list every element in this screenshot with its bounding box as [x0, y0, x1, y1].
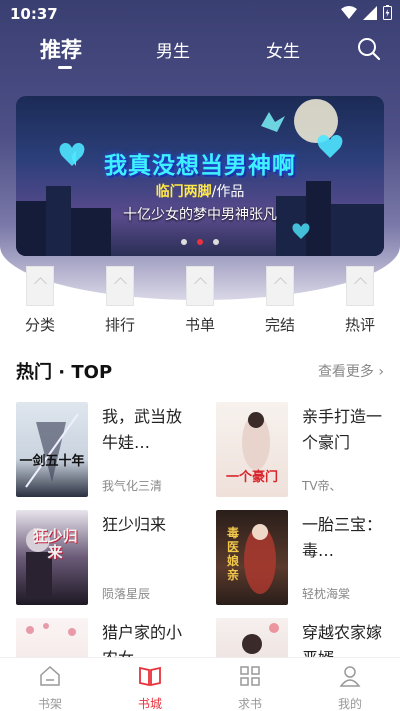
- battery-icon: [383, 5, 392, 20]
- nav-bookstore[interactable]: 书城: [120, 664, 180, 711]
- banner-author-name: 临门两脚: [155, 184, 212, 200]
- book-cover: 一个豪门: [216, 402, 288, 497]
- banner-title: 我真没想当男神啊: [104, 153, 296, 179]
- category-label: 分类: [24, 316, 55, 334]
- banner-pagination: [16, 239, 384, 245]
- nav-profile[interactable]: 我的: [320, 664, 380, 711]
- category-icon: [186, 266, 214, 306]
- see-more-label: 查看更多: [317, 364, 374, 380]
- category-label: 排行: [104, 316, 135, 334]
- book-card[interactable]: 一个豪门 亲手打造一个豪门 TV帝、: [216, 402, 400, 502]
- cover-art: [25, 413, 79, 488]
- cover-title: 毒医娘亲: [226, 526, 239, 582]
- nav-label: 求书: [237, 697, 262, 711]
- search-icon[interactable]: [356, 36, 382, 62]
- category-label: 书单: [184, 316, 215, 334]
- home-icon: [40, 665, 60, 686]
- banner-author-suffix: /作品: [211, 184, 245, 200]
- promo-banner[interactable]: 我真没想当男神啊 临门两脚/作品 十亿少女的梦中男神张凡: [16, 96, 384, 256]
- cover-title: 狂少归来: [32, 527, 78, 561]
- open-book-icon: [139, 666, 161, 687]
- category-ranking[interactable]: 排行: [90, 266, 150, 335]
- nav-bookshelf[interactable]: 书架: [20, 664, 80, 711]
- cover-title: 一个豪门: [225, 470, 278, 485]
- chevron-right-icon: ›: [378, 364, 384, 380]
- category-icon: [346, 266, 374, 306]
- category-classify[interactable]: 分类: [10, 266, 70, 335]
- status-bar: 10:37: [0, 0, 400, 28]
- book-title: 亲手打造一个豪门: [302, 407, 383, 452]
- book-title: 我，武当放牛娃…: [102, 407, 183, 452]
- user-icon: [339, 666, 361, 687]
- book-author: TV帝、: [302, 479, 342, 493]
- pagination-dot[interactable]: [181, 239, 187, 245]
- book-author: 陨落星辰: [102, 587, 151, 601]
- tab-recommend[interactable]: 推荐: [40, 34, 82, 64]
- book-card[interactable]: 狂少归来 狂少归来 陨落星辰: [16, 510, 206, 610]
- section-title: 热门 · TOP: [16, 362, 113, 383]
- wifi-icon: [341, 5, 357, 19]
- tab-male[interactable]: 男生: [156, 37, 190, 62]
- bottom-navigation: 书架 书城 求书 我的: [0, 657, 400, 711]
- signal-icon: [363, 5, 377, 20]
- active-tab-indicator: [58, 66, 72, 69]
- book-title: 狂少归来: [102, 515, 167, 534]
- nav-label: 我的: [337, 697, 362, 711]
- category-icon: [266, 266, 294, 306]
- book-cover: 毒医娘亲: [216, 510, 288, 605]
- category-label: 热评: [344, 316, 375, 334]
- status-icons: [341, 5, 392, 20]
- category-icon: [106, 266, 134, 306]
- banner-author: 临门两脚/作品: [16, 181, 384, 201]
- hot-section-header: 热门 · TOP 查看更多 ›: [16, 356, 384, 384]
- category-booklist[interactable]: 书单: [170, 266, 230, 335]
- nav-label: 书城: [137, 697, 162, 711]
- category-label: 完结: [264, 316, 295, 334]
- top-tabs: 推荐 男生 女生: [0, 28, 400, 72]
- book-author: 我气化三清: [102, 479, 163, 493]
- book-card[interactable]: 一剑五十年 我，武当放牛娃… 我气化三清: [16, 402, 206, 502]
- status-time: 10:37: [10, 5, 58, 23]
- pagination-dot[interactable]: [213, 239, 219, 245]
- nav-request-book[interactable]: 求书: [220, 664, 280, 711]
- book-card[interactable]: 毒医娘亲 一胎三宝：毒… 轻枕海棠: [216, 510, 400, 610]
- book-author: 轻枕海棠: [302, 587, 351, 601]
- category-finished[interactable]: 完结: [250, 266, 310, 335]
- nav-label: 书架: [37, 697, 62, 711]
- banner-subtitle: 十亿少女的梦中男神张凡: [123, 207, 277, 223]
- category-hot-comments[interactable]: 热评: [330, 266, 390, 335]
- see-more-link[interactable]: 查看更多 ›: [318, 361, 384, 381]
- book-title: 一胎三宝：毒…: [302, 515, 383, 560]
- category-bar: 分类 排行 书单 完结 热评: [0, 266, 400, 336]
- grid-icon: [240, 666, 260, 686]
- pagination-dot-active[interactable]: [197, 239, 203, 245]
- book-cover: 狂少归来: [16, 510, 88, 605]
- cover-title: 一剑五十年: [19, 454, 85, 469]
- book-cover: 一剑五十年: [16, 402, 88, 497]
- tab-female[interactable]: 女生: [266, 37, 300, 62]
- category-icon: [26, 266, 54, 306]
